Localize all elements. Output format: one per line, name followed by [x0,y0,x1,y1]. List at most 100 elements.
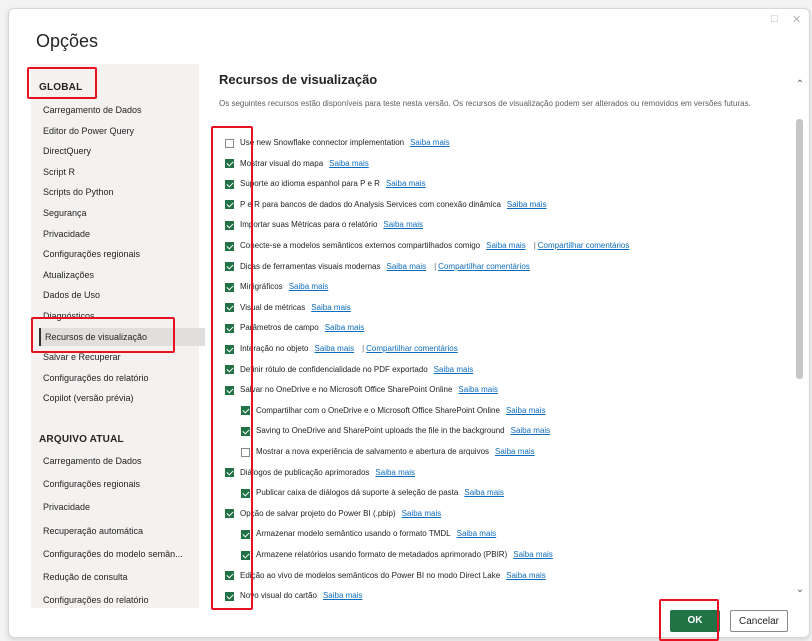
feature-row: Armazenar modelo semântico usando o form… [241,525,496,543]
share-feedback-link[interactable]: Compartilhar comentários [438,258,530,276]
sidebar-item[interactable]: Recuperação automática [43,522,199,540]
sidebar-item[interactable]: Atualizações [43,266,199,284]
vertical-scrollbar[interactable]: ⌃ ⌄ [795,79,805,601]
sidebar-item[interactable]: Privacidade [43,498,199,516]
feature-checkbox[interactable] [225,220,234,230]
close-icon[interactable]: ✕ [792,13,801,26]
sidebar-item[interactable]: Configurações do relatório [43,591,199,609]
sidebar-item[interactable]: Privacidade [43,225,199,243]
sidebar-item[interactable]: Salvar e Recuperar [43,348,199,366]
sidebar-item[interactable]: Recursos de visualização [39,327,205,346]
learn-more-link[interactable]: Saiba mais [434,361,474,379]
sidebar-item[interactable]: Configurações do modelo semân... [43,545,199,563]
global-heading: GLOBAL [39,82,83,93]
scroll-up-icon[interactable]: ⌃ [795,79,805,91]
feature-checkbox[interactable] [241,447,250,457]
sidebar-item[interactable]: Configurações regionais [43,475,199,493]
feature-label: Publicar caixa de diálogos dá suporte à … [256,488,459,498]
feature-row: Dicas de ferramentas visuais modernas Sai… [225,258,530,276]
feature-label: Compartilhar com o OneDrive e o Microsof… [256,405,500,415]
feature-checkbox[interactable] [241,529,250,539]
learn-more-link[interactable]: Saiba mais [375,464,415,482]
feature-row: Minigráficos Saiba mais [225,278,328,296]
sidebar-item[interactable]: Scripts do Python [43,183,199,201]
link-separator: | [362,344,365,353]
feature-checkbox[interactable] [225,323,234,333]
learn-more-link[interactable]: Saiba mais [457,525,497,543]
learn-more-link[interactable]: Saiba mais [329,155,369,173]
sidebar-item[interactable]: DirectQuery [43,142,199,160]
sidebar-item[interactable]: Editor do Power Query [43,122,199,140]
maximize-icon[interactable]: □ [771,13,778,25]
scrollbar-thumb[interactable] [796,119,803,379]
feature-checkbox[interactable] [225,509,234,519]
sidebar: GLOBAL Carregamento de Dados Editor do Po… [31,64,205,609]
feature-checkbox[interactable] [225,159,234,169]
feature-checkbox[interactable] [225,385,234,395]
panel-title: Recursos de visualização [219,72,378,87]
feature-row: Mostrar visual do mapa Saiba mais [225,155,369,173]
feature-checkbox[interactable] [241,550,250,560]
learn-more-link[interactable]: Saiba mais [315,340,355,358]
feature-checkbox[interactable] [225,344,234,354]
feature-checkbox[interactable] [225,241,234,251]
learn-more-link[interactable]: Saiba mais [387,258,427,276]
feature-checkbox[interactable] [225,365,234,375]
feature-checkbox[interactable] [241,488,250,498]
sidebar-item[interactable]: Segurança [43,204,199,222]
learn-more-link[interactable]: Saiba mais [506,402,546,420]
feature-checkbox[interactable] [225,200,234,210]
feature-label: Armazene relatórios usando formato de me… [256,550,508,559]
feature-checkbox[interactable] [225,571,234,581]
learn-more-link[interactable]: Saiba mais [410,134,450,152]
learn-more-link[interactable]: Saiba mais [289,278,329,296]
sidebar-item[interactable]: Copilot (versão prévia) [43,389,199,407]
learn-more-link[interactable]: Saiba mais [495,443,535,461]
feature-checkbox[interactable] [225,179,234,189]
sidebar-item[interactable]: Carregamento de Dados [43,101,199,119]
learn-more-link[interactable]: Saiba mais [513,546,553,564]
feature-label: Dicas de ferramentas visuais modernas [240,261,381,271]
sidebar-item[interactable]: Diagnósticos [43,307,199,325]
feature-checkbox[interactable] [241,426,250,436]
feature-checkbox[interactable] [225,282,234,292]
feature-label: Saving to OneDrive and SharePoint upload… [256,426,505,436]
learn-more-link[interactable]: Saiba mais [507,196,547,214]
feature-checkbox[interactable] [225,468,234,478]
preview-features-panel: Recursos de visualização Os seguintes re… [209,64,784,608]
feature-row: Opção de salvar projeto do Power BI (.pb… [225,505,441,523]
learn-more-link[interactable]: Saiba mais [323,587,363,605]
learn-more-link[interactable]: Saiba mais [383,216,423,234]
dialog-title: Opções [36,31,99,51]
ok-button[interactable]: OK [670,610,720,632]
feature-label: Suporte ao idioma espanhol para P e R [240,179,380,189]
feature-checkbox[interactable] [225,138,234,148]
learn-more-link[interactable]: Saiba mais [486,237,526,255]
learn-more-link[interactable]: Saiba mais [311,299,351,317]
sidebar-item[interactable]: Redução de consulta [43,568,199,586]
sidebar-item[interactable]: Configurações do relatório [43,369,199,387]
share-feedback-link[interactable]: Compartilhar comentários [538,237,630,255]
feature-checkbox[interactable] [225,591,234,601]
feature-checkbox[interactable] [225,262,234,272]
sidebar-item[interactable]: Dados de Uso [43,286,199,304]
cancel-button[interactable]: Cancelar [730,610,788,632]
sidebar-item[interactable]: Script R [43,163,199,181]
feature-row: Novo visual do cartão Saiba mais [225,587,363,605]
feature-row: Parâmetros de campo Saiba mais [225,319,364,337]
learn-more-link[interactable]: Saiba mais [506,567,546,585]
feature-row: Use new Snowflake connector implementati… [225,134,450,152]
learn-more-link[interactable]: Saiba mais [511,422,551,440]
feature-checkbox[interactable] [241,406,250,416]
learn-more-link[interactable]: Saiba mais [386,175,426,193]
learn-more-link[interactable]: Saiba mais [402,505,442,523]
scroll-down-icon[interactable]: ⌄ [795,584,805,596]
learn-more-link[interactable]: Saiba mais [325,319,365,337]
feature-checkbox[interactable] [225,303,234,313]
sidebar-item[interactable]: Configurações regionais [43,245,199,263]
feature-label: Edição ao vivo de modelos semânticos do … [240,570,501,580]
share-feedback-link[interactable]: Compartilhar comentários [366,340,458,358]
learn-more-link[interactable]: Saiba mais [464,484,504,502]
learn-more-link[interactable]: Saiba mais [458,381,498,399]
sidebar-item[interactable]: Carregamento de Dados [43,452,199,470]
